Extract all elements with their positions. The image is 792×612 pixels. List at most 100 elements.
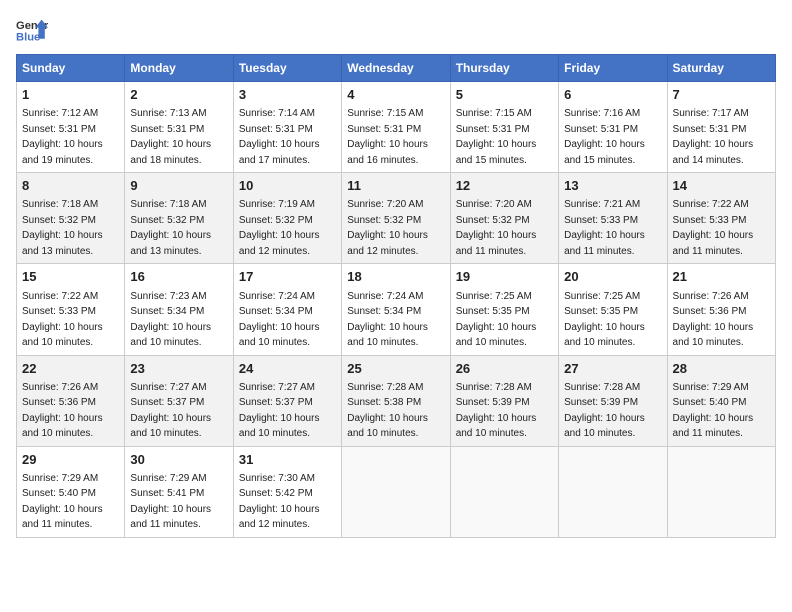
day-cell: 11 Sunrise: 7:20 AMSunset: 5:32 PMDaylig… (342, 173, 450, 264)
col-header-friday: Friday (559, 55, 667, 82)
day-info: Sunrise: 7:18 AMSunset: 5:32 PMDaylight:… (130, 199, 211, 257)
day-cell: 23 Sunrise: 7:27 AMSunset: 5:37 PMDaylig… (125, 355, 233, 446)
day-number: 12 (456, 177, 553, 195)
day-cell: 24 Sunrise: 7:27 AMSunset: 5:37 PMDaylig… (233, 355, 341, 446)
header-row: SundayMondayTuesdayWednesdayThursdayFrid… (17, 55, 776, 82)
svg-text:Blue: Blue (16, 31, 40, 43)
day-cell: 28 Sunrise: 7:29 AMSunset: 5:40 PMDaylig… (667, 355, 775, 446)
day-info: Sunrise: 7:26 AMSunset: 5:36 PMDaylight:… (673, 291, 754, 349)
day-cell: 16 Sunrise: 7:23 AMSunset: 5:34 PMDaylig… (125, 264, 233, 355)
day-cell: 27 Sunrise: 7:28 AMSunset: 5:39 PMDaylig… (559, 355, 667, 446)
day-cell: 6 Sunrise: 7:16 AMSunset: 5:31 PMDayligh… (559, 82, 667, 173)
day-number: 27 (564, 360, 661, 378)
day-number: 28 (673, 360, 770, 378)
day-number: 20 (564, 268, 661, 286)
day-info: Sunrise: 7:16 AMSunset: 5:31 PMDaylight:… (564, 108, 645, 166)
day-info: Sunrise: 7:19 AMSunset: 5:32 PMDaylight:… (239, 199, 320, 257)
day-cell: 10 Sunrise: 7:19 AMSunset: 5:32 PMDaylig… (233, 173, 341, 264)
logo-icon: General Blue (16, 16, 48, 44)
day-cell: 12 Sunrise: 7:20 AMSunset: 5:32 PMDaylig… (450, 173, 558, 264)
day-cell: 20 Sunrise: 7:25 AMSunset: 5:35 PMDaylig… (559, 264, 667, 355)
day-cell: 29 Sunrise: 7:29 AMSunset: 5:40 PMDaylig… (17, 446, 125, 537)
calendar-header: SundayMondayTuesdayWednesdayThursdayFrid… (17, 55, 776, 82)
day-cell: 5 Sunrise: 7:15 AMSunset: 5:31 PMDayligh… (450, 82, 558, 173)
day-number: 1 (22, 86, 119, 104)
day-number: 5 (456, 86, 553, 104)
day-number: 10 (239, 177, 336, 195)
day-info: Sunrise: 7:28 AMSunset: 5:39 PMDaylight:… (456, 382, 537, 440)
day-info: Sunrise: 7:25 AMSunset: 5:35 PMDaylight:… (456, 291, 537, 349)
col-header-thursday: Thursday (450, 55, 558, 82)
day-info: Sunrise: 7:29 AMSunset: 5:40 PMDaylight:… (22, 473, 103, 531)
day-info: Sunrise: 7:20 AMSunset: 5:32 PMDaylight:… (456, 199, 537, 257)
day-info: Sunrise: 7:30 AMSunset: 5:42 PMDaylight:… (239, 473, 320, 531)
day-number: 26 (456, 360, 553, 378)
day-cell: 26 Sunrise: 7:28 AMSunset: 5:39 PMDaylig… (450, 355, 558, 446)
day-info: Sunrise: 7:20 AMSunset: 5:32 PMDaylight:… (347, 199, 428, 257)
day-cell: 8 Sunrise: 7:18 AMSunset: 5:32 PMDayligh… (17, 173, 125, 264)
day-cell: 7 Sunrise: 7:17 AMSunset: 5:31 PMDayligh… (667, 82, 775, 173)
day-number: 17 (239, 268, 336, 286)
day-cell: 3 Sunrise: 7:14 AMSunset: 5:31 PMDayligh… (233, 82, 341, 173)
day-cell: 4 Sunrise: 7:15 AMSunset: 5:31 PMDayligh… (342, 82, 450, 173)
day-number: 31 (239, 451, 336, 469)
day-cell (667, 446, 775, 537)
day-cell: 9 Sunrise: 7:18 AMSunset: 5:32 PMDayligh… (125, 173, 233, 264)
col-header-wednesday: Wednesday (342, 55, 450, 82)
day-cell (342, 446, 450, 537)
day-number: 9 (130, 177, 227, 195)
day-info: Sunrise: 7:28 AMSunset: 5:38 PMDaylight:… (347, 382, 428, 440)
day-info: Sunrise: 7:21 AMSunset: 5:33 PMDaylight:… (564, 199, 645, 257)
col-header-tuesday: Tuesday (233, 55, 341, 82)
day-number: 23 (130, 360, 227, 378)
day-info: Sunrise: 7:28 AMSunset: 5:39 PMDaylight:… (564, 382, 645, 440)
day-cell (559, 446, 667, 537)
day-number: 7 (673, 86, 770, 104)
day-cell: 22 Sunrise: 7:26 AMSunset: 5:36 PMDaylig… (17, 355, 125, 446)
day-number: 22 (22, 360, 119, 378)
day-number: 29 (22, 451, 119, 469)
logo: General Blue (16, 16, 52, 44)
calendar-body: 1 Sunrise: 7:12 AMSunset: 5:31 PMDayligh… (17, 82, 776, 538)
day-number: 13 (564, 177, 661, 195)
day-number: 21 (673, 268, 770, 286)
week-row-3: 15 Sunrise: 7:22 AMSunset: 5:33 PMDaylig… (17, 264, 776, 355)
day-cell: 13 Sunrise: 7:21 AMSunset: 5:33 PMDaylig… (559, 173, 667, 264)
day-info: Sunrise: 7:27 AMSunset: 5:37 PMDaylight:… (239, 382, 320, 440)
day-number: 30 (130, 451, 227, 469)
day-number: 18 (347, 268, 444, 286)
day-info: Sunrise: 7:27 AMSunset: 5:37 PMDaylight:… (130, 382, 211, 440)
day-number: 6 (564, 86, 661, 104)
calendar-table: SundayMondayTuesdayWednesdayThursdayFrid… (16, 54, 776, 538)
day-cell: 14 Sunrise: 7:22 AMSunset: 5:33 PMDaylig… (667, 173, 775, 264)
day-info: Sunrise: 7:17 AMSunset: 5:31 PMDaylight:… (673, 108, 754, 166)
day-number: 2 (130, 86, 227, 104)
day-info: Sunrise: 7:29 AMSunset: 5:41 PMDaylight:… (130, 473, 211, 531)
day-number: 24 (239, 360, 336, 378)
day-number: 19 (456, 268, 553, 286)
week-row-4: 22 Sunrise: 7:26 AMSunset: 5:36 PMDaylig… (17, 355, 776, 446)
day-number: 16 (130, 268, 227, 286)
day-cell: 2 Sunrise: 7:13 AMSunset: 5:31 PMDayligh… (125, 82, 233, 173)
col-header-saturday: Saturday (667, 55, 775, 82)
col-header-monday: Monday (125, 55, 233, 82)
day-cell: 21 Sunrise: 7:26 AMSunset: 5:36 PMDaylig… (667, 264, 775, 355)
day-cell: 18 Sunrise: 7:24 AMSunset: 5:34 PMDaylig… (342, 264, 450, 355)
day-info: Sunrise: 7:29 AMSunset: 5:40 PMDaylight:… (673, 382, 754, 440)
day-cell: 1 Sunrise: 7:12 AMSunset: 5:31 PMDayligh… (17, 82, 125, 173)
header: General Blue (16, 16, 776, 44)
day-cell: 19 Sunrise: 7:25 AMSunset: 5:35 PMDaylig… (450, 264, 558, 355)
day-info: Sunrise: 7:26 AMSunset: 5:36 PMDaylight:… (22, 382, 103, 440)
day-cell: 17 Sunrise: 7:24 AMSunset: 5:34 PMDaylig… (233, 264, 341, 355)
day-cell: 31 Sunrise: 7:30 AMSunset: 5:42 PMDaylig… (233, 446, 341, 537)
day-number: 4 (347, 86, 444, 104)
day-info: Sunrise: 7:14 AMSunset: 5:31 PMDaylight:… (239, 108, 320, 166)
day-info: Sunrise: 7:22 AMSunset: 5:33 PMDaylight:… (22, 291, 103, 349)
day-number: 25 (347, 360, 444, 378)
day-info: Sunrise: 7:12 AMSunset: 5:31 PMDaylight:… (22, 108, 103, 166)
day-number: 11 (347, 177, 444, 195)
day-info: Sunrise: 7:24 AMSunset: 5:34 PMDaylight:… (239, 291, 320, 349)
week-row-5: 29 Sunrise: 7:29 AMSunset: 5:40 PMDaylig… (17, 446, 776, 537)
day-info: Sunrise: 7:23 AMSunset: 5:34 PMDaylight:… (130, 291, 211, 349)
day-cell (450, 446, 558, 537)
